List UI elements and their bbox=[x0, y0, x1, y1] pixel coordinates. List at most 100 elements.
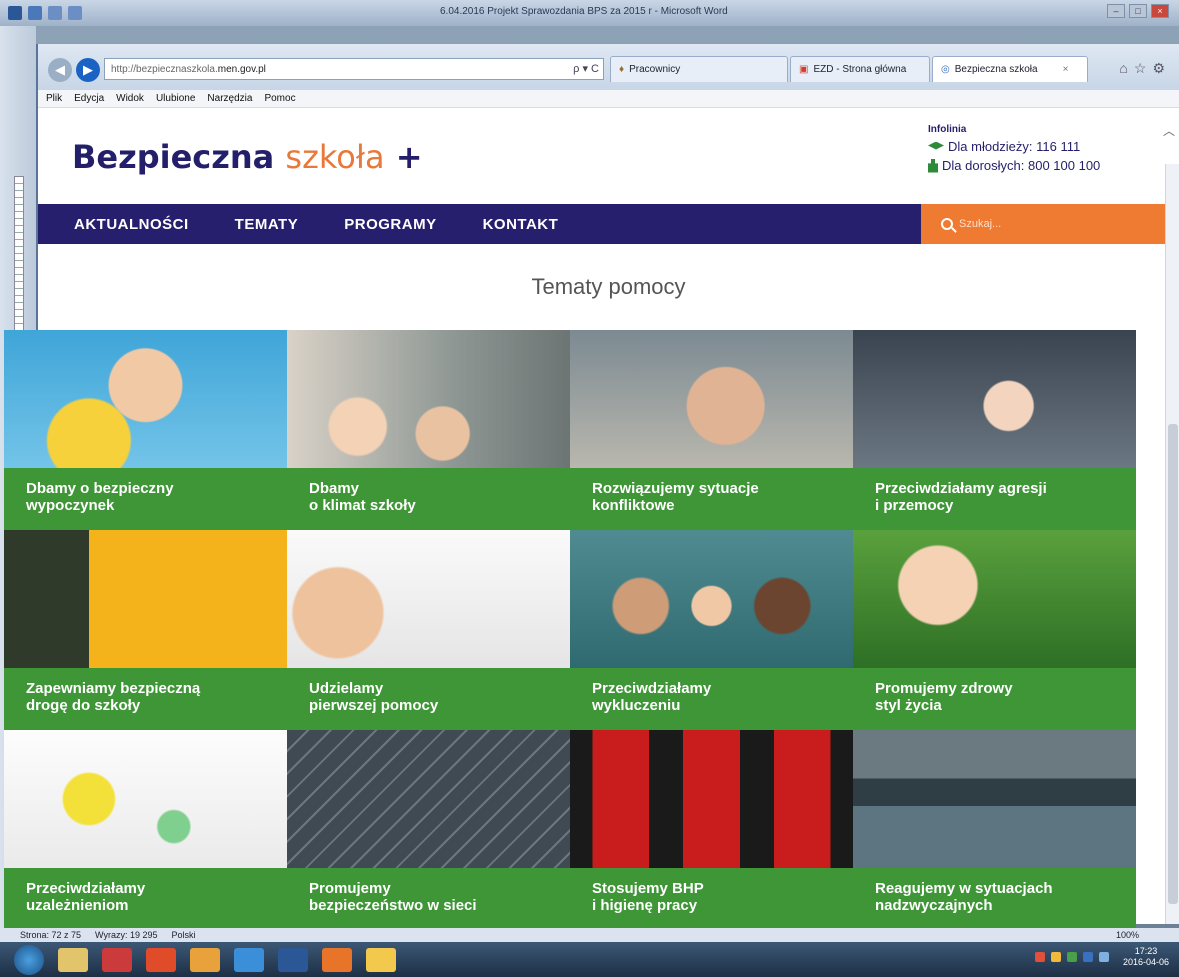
menu-item[interactable]: Pomoc bbox=[264, 93, 295, 104]
home-icon[interactable]: ⌂ bbox=[1119, 60, 1133, 76]
menu-item[interactable]: Edycja bbox=[74, 93, 104, 104]
clock[interactable]: 17:23 2016-04-06 bbox=[1123, 946, 1169, 968]
tile-image bbox=[853, 330, 1136, 468]
system-tray: 17:23 2016-04-06 bbox=[1034, 946, 1169, 968]
word-app-icon[interactable] bbox=[8, 6, 22, 20]
site-logo[interactable]: Bezpieczna szkoła + bbox=[72, 138, 423, 176]
logo-main: Bezpieczna bbox=[72, 138, 275, 176]
tile-image bbox=[287, 330, 570, 468]
tab-ezd[interactable]: ▣ EZD - Strona główna bbox=[790, 56, 930, 82]
tray-icon[interactable] bbox=[1082, 952, 1093, 962]
topic-tile[interactable]: Dbamy o klimat szkoły bbox=[287, 330, 570, 530]
status-language[interactable]: Polski bbox=[172, 930, 196, 940]
tile-title: nadzwyczajnych bbox=[875, 897, 993, 914]
topic-tile[interactable]: Zapewniamy bezpieczną drogę do szkoły bbox=[4, 530, 287, 730]
topic-tile[interactable]: Promujemy bezpieczeństwo w sieci bbox=[287, 730, 570, 930]
topic-tile[interactable]: Przeciwdziałamy uzależnieniom bbox=[4, 730, 287, 930]
outlook-icon[interactable] bbox=[322, 947, 352, 972]
tile-image bbox=[570, 730, 853, 868]
search-icon[interactable] bbox=[941, 218, 953, 230]
infoline-youth: Dla młodzieży: 116 111 bbox=[948, 139, 1081, 154]
topic-tile[interactable]: Stosujemy BHP i higienę pracy bbox=[570, 730, 853, 930]
scrollbar-thumb[interactable] bbox=[1168, 424, 1178, 904]
nav-item-tematy[interactable]: TEMATY bbox=[235, 216, 299, 233]
tray-icon[interactable] bbox=[1034, 952, 1045, 962]
browser-scrollbar[interactable] bbox=[1165, 164, 1179, 924]
tab-bezpieczna-szkola[interactable]: ◎ Bezpieczna szkoła × bbox=[932, 56, 1088, 82]
tile-title: Dbamy o bezpieczny bbox=[26, 480, 174, 497]
address-tools[interactable]: ρ ▾ C bbox=[573, 62, 599, 75]
word-titlebar: 6.04.2016 Projekt Sprawozdania BPS za 20… bbox=[0, 0, 1179, 26]
search-input[interactable] bbox=[959, 218, 1159, 230]
topic-tile[interactable]: Dbamy o bezpieczny wypoczynek bbox=[4, 330, 287, 530]
tile-title: wypoczynek bbox=[26, 497, 115, 514]
save-icon[interactable] bbox=[28, 6, 42, 20]
forward-button[interactable]: ▶ bbox=[76, 58, 100, 82]
photoshop-icon[interactable] bbox=[102, 947, 132, 972]
zoom-level[interactable]: 100% bbox=[1116, 930, 1139, 940]
redo-icon[interactable] bbox=[68, 6, 82, 20]
chevron-up-icon[interactable]: ︿ bbox=[1163, 122, 1175, 139]
nav-item-programy[interactable]: PROGRAMY bbox=[344, 216, 436, 233]
back-button[interactable]: ◀ bbox=[48, 58, 72, 82]
favorites-icon[interactable]: ☆ bbox=[1134, 60, 1153, 76]
tile-title: Przeciwdziałamy agresji bbox=[875, 480, 1047, 497]
tile-image bbox=[4, 330, 287, 468]
browser-tools: ⌂☆⚙ bbox=[1119, 60, 1171, 77]
menu-item[interactable]: Widok bbox=[116, 93, 144, 104]
topic-tile[interactable]: Promujemy zdrowy styl życia bbox=[853, 530, 1136, 730]
start-button[interactable] bbox=[14, 944, 44, 975]
volume-icon[interactable] bbox=[1098, 952, 1109, 962]
maximize-icon[interactable]: □ bbox=[1129, 4, 1147, 18]
explorer-icon[interactable] bbox=[58, 947, 88, 972]
tile-title: Reagujemy w sytuacjach bbox=[875, 880, 1053, 897]
tab-pracownicy[interactable]: ♦ Pracownicy bbox=[610, 56, 788, 82]
tile-image bbox=[4, 730, 287, 868]
word-window-title: 6.04.2016 Projekt Sprawozdania BPS za 20… bbox=[440, 6, 728, 17]
chrome-icon[interactable] bbox=[190, 947, 220, 972]
tile-title: Rozwiązujemy sytuacje bbox=[592, 480, 759, 497]
topic-tile[interactable]: Udzielamy pierwszej pomocy bbox=[287, 530, 570, 730]
nav-item-kontakt[interactable]: KONTAKT bbox=[483, 216, 559, 233]
tile-title: Promujemy bbox=[309, 880, 391, 897]
section-title: Tematy pomocy bbox=[531, 274, 686, 299]
tray-icon[interactable] bbox=[1050, 952, 1061, 962]
folder-icon[interactable] bbox=[366, 947, 396, 972]
logo-plus: + bbox=[395, 138, 423, 176]
tile-title: uzależnieniom bbox=[26, 897, 129, 914]
menu-item[interactable]: Plik bbox=[46, 93, 62, 104]
infoline-label: Infolinia bbox=[928, 124, 967, 135]
word-taskbar-icon[interactable] bbox=[278, 947, 308, 972]
word-quick-access-toolbar bbox=[0, 0, 82, 26]
main-nav: AKTUALNOŚCI TEMATY PROGRAMY KONTAKT bbox=[38, 204, 1179, 244]
address-bar[interactable]: http://bezpiecznaszkola. men.gov.pl ρ ▾ C bbox=[104, 58, 604, 80]
status-page[interactable]: Strona: 72 z 75 bbox=[20, 930, 81, 940]
status-words[interactable]: Wyrazy: 19 295 bbox=[95, 930, 157, 940]
topic-tile[interactable]: Reagujemy w sytuacjach nadzwyczajnych bbox=[853, 730, 1136, 930]
menu-item[interactable]: Narzędzia bbox=[207, 93, 252, 104]
word-statusbar: Strona: 72 z 75 Wyrazy: 19 295 Polski 10… bbox=[0, 928, 1179, 942]
internet-explorer-icon[interactable] bbox=[234, 947, 264, 972]
tile-image bbox=[4, 530, 287, 668]
tray-icon[interactable] bbox=[1066, 952, 1077, 962]
tab-label: Bezpieczna szkoła bbox=[954, 64, 1038, 75]
undo-icon[interactable] bbox=[48, 6, 62, 20]
menu-item[interactable]: Ulubione bbox=[156, 93, 195, 104]
infoline-adults: Dla dorosłych: 800 100 100 bbox=[942, 158, 1101, 173]
topics-grid: Dbamy o bezpieczny wypoczynek Dbamy o klim… bbox=[4, 330, 1136, 930]
gear-icon[interactable]: ⚙ bbox=[1152, 60, 1171, 76]
topic-tile[interactable]: Przeciwdziałamy wykluczeniu bbox=[570, 530, 853, 730]
minimize-icon[interactable]: – bbox=[1107, 4, 1125, 18]
graduation-cap-icon bbox=[928, 141, 944, 150]
tile-image bbox=[287, 530, 570, 668]
tile-title: pierwszej pomocy bbox=[309, 697, 439, 714]
topic-tile[interactable]: Rozwiązujemy sytuacje konfliktowe bbox=[570, 330, 853, 530]
tile-title: Zapewniamy bezpieczną bbox=[26, 680, 201, 697]
close-icon[interactable]: × bbox=[1151, 4, 1169, 18]
tile-title: Dbamy bbox=[309, 480, 360, 497]
pdf-app-icon[interactable] bbox=[146, 947, 176, 972]
nav-item-aktualnosci[interactable]: AKTUALNOŚCI bbox=[74, 216, 189, 233]
topic-tile[interactable]: Przeciwdziałamy agresji i przemocy bbox=[853, 330, 1136, 530]
address-prefix: http://bezpiecznaszkola. bbox=[111, 63, 218, 75]
tab-close-icon[interactable]: × bbox=[1063, 64, 1069, 75]
